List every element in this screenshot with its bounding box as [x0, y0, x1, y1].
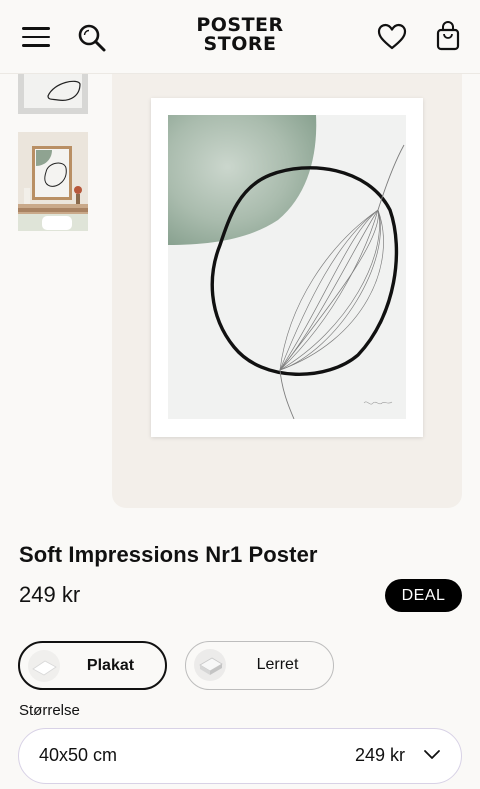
menu-icon[interactable]: [22, 27, 50, 47]
size-value: 40x50 cm: [39, 745, 118, 765]
deal-badge: DEAL: [385, 579, 462, 612]
search-icon[interactable]: [76, 22, 108, 54]
site-logo[interactable]: POSTER STORE: [190, 16, 290, 54]
site-header: POSTER STORE: [0, 0, 480, 74]
option-lerret-button[interactable]: Lerret: [185, 641, 334, 690]
product-price: 249 kr: [19, 582, 81, 607]
option-plakat-button[interactable]: Plakat: [18, 641, 167, 690]
main-product-image[interactable]: [112, 74, 462, 508]
option-label: Lerret: [256, 656, 299, 673]
size-label: Størrelse: [19, 702, 80, 719]
paper-swatch-icon: [28, 650, 60, 682]
chevron-down-icon: [423, 748, 441, 762]
canvas-swatch-icon: [194, 649, 226, 681]
poster-frame: [151, 98, 423, 437]
size-select[interactable]: 40x50 cm 249 kr: [18, 728, 462, 784]
logo-line-2: STORE: [203, 33, 277, 55]
product-title: Soft Impressions Nr1 Poster: [19, 542, 318, 567]
poster-artwork: [168, 115, 406, 419]
option-label: Plakat: [86, 657, 135, 674]
product-thumbnail-2[interactable]: [18, 132, 88, 231]
product-thumbnail-1[interactable]: [18, 74, 88, 114]
bag-icon[interactable]: [434, 20, 462, 52]
heart-icon[interactable]: [377, 22, 407, 52]
size-price: 249 kr: [354, 745, 405, 765]
